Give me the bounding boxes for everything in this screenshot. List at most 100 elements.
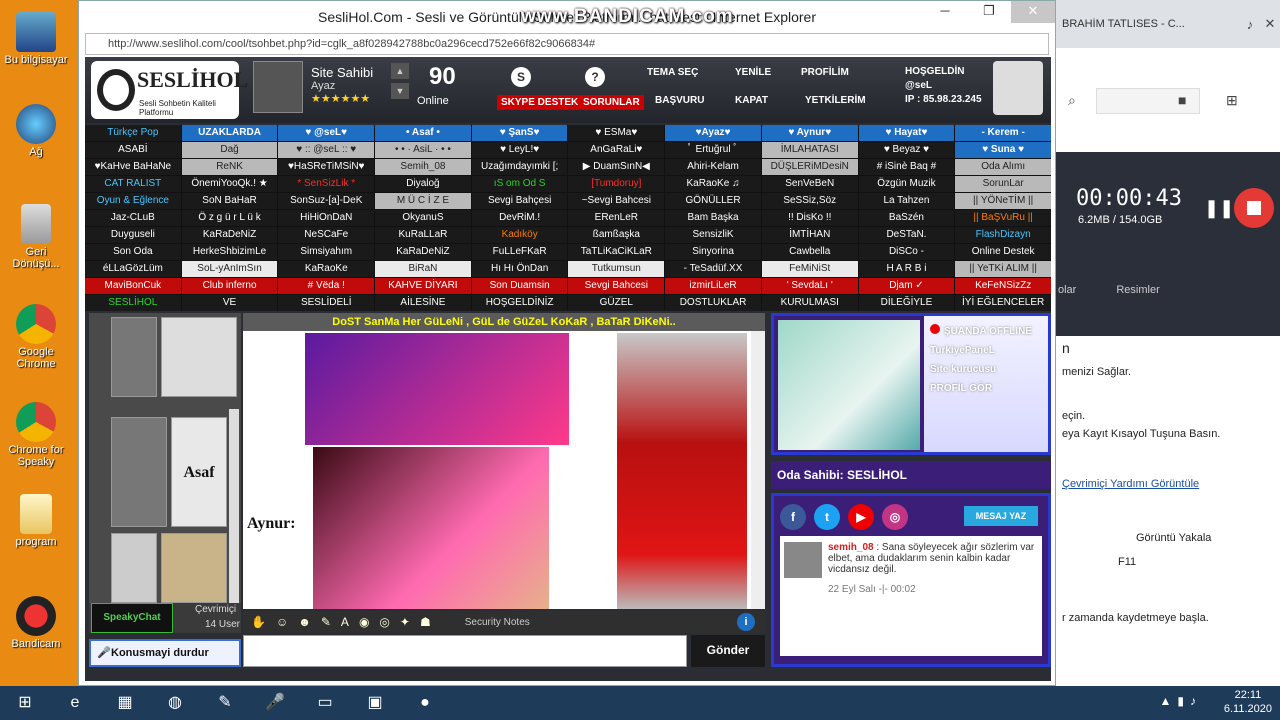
room-button[interactable]: Son Oda [85, 244, 181, 260]
stop-record-button[interactable] [1234, 188, 1274, 228]
facebook-icon[interactable]: f [780, 504, 806, 530]
shared-image[interactable] [617, 333, 747, 609]
room-button[interactable]: OkyanuS [375, 210, 471, 226]
shared-image[interactable] [305, 333, 569, 445]
desktop-icon-chrome[interactable]: Google Chrome [4, 304, 68, 370]
room-button[interactable]: SonSuz-[a]-DeK [278, 193, 375, 209]
room-button[interactable]: ♥ :: @seL :: ♥ [278, 142, 375, 158]
store-taskbar-icon[interactable]: ▦ [100, 687, 150, 719]
shared-image[interactable] [313, 447, 549, 609]
room-button[interactable]: ♥ ESMa♥ [568, 125, 665, 141]
room-button[interactable]: ♥ Aynur♥ [761, 125, 858, 141]
desktop-icon-program[interactable]: program [4, 494, 68, 548]
chat-scrollbar[interactable] [751, 331, 765, 609]
skype-icon[interactable]: S [511, 67, 531, 87]
submenu-item[interactable]: olar [1058, 284, 1076, 304]
profile-button[interactable]: PROFİLİM [801, 67, 849, 78]
apps-grid-icon[interactable]: ⊞ [1226, 92, 1238, 109]
room-button[interactable]: H A R B i [858, 261, 955, 277]
video-icon[interactable]: ■ [1178, 92, 1186, 108]
room-button[interactable]: HOŞGELDİNİZ [471, 295, 568, 311]
room-button[interactable]: KeFeNSizZz [955, 278, 1051, 294]
room-button[interactable]: KaRaDeNiZ [181, 227, 278, 243]
room-button[interactable]: Semih_08 [375, 159, 471, 175]
room-button[interactable]: FlashDizayn [955, 227, 1051, 243]
room-button[interactable]: Ö z g ü r L ü k [181, 210, 278, 226]
apply-button[interactable]: BAŞVURU [655, 95, 704, 106]
room-button[interactable]: Simsiyahım [278, 244, 375, 260]
room-button[interactable]: - TeSadüf.XX [665, 261, 761, 277]
user-photo[interactable]: Asaf [171, 417, 227, 527]
room-button[interactable]: MaviBonCuk [85, 278, 181, 294]
user-photo[interactable] [161, 533, 227, 603]
brush-icon[interactable]: ✎ [321, 615, 331, 629]
room-button[interactable]: SESLİDELİ [278, 295, 375, 311]
room-button[interactable]: NeSCaFe [278, 227, 375, 243]
room-button[interactable]: ♥ Hayat♥ [858, 125, 955, 141]
room-button[interactable]: ♥ Beyaz ♥ [858, 142, 955, 158]
desktop-icon-chrome-speaky[interactable]: Chrome for Speaky [4, 402, 68, 468]
minimize-button[interactable]: ─ [923, 1, 967, 23]
room-button[interactable]: FeMiNiSt [761, 261, 858, 277]
room-button[interactable]: • • · AsiL · • • [375, 142, 471, 158]
online-help-link[interactable]: Çevrimiçi Yardımı Görüntüle [1062, 478, 1199, 490]
clock[interactable]: 22:11 6.11.2020 [1224, 688, 1272, 716]
room-button[interactable]: KAHVE DİYARI [375, 278, 471, 294]
room-button[interactable]: || YeTKi ALIM || [955, 261, 1051, 277]
system-tray[interactable]: ▲▮♪ [1160, 694, 1202, 708]
hotkey-field[interactable]: F11 [1118, 556, 1136, 568]
room-button[interactable]: Dağ [181, 142, 278, 158]
emoji-icon[interactable]: ☻ [298, 615, 311, 629]
user-list-scrollbar[interactable] [229, 409, 239, 605]
skype-support-button[interactable]: SKYPE DESTEK [497, 95, 583, 110]
room-button[interactable]: SorunLar [955, 176, 1051, 192]
view-profile-link[interactable]: PROFİL GÖR [930, 383, 1048, 394]
room-button[interactable]: Djam ✓ [858, 278, 955, 294]
room-button[interactable]: SESLİHOL [85, 295, 181, 311]
bandicam-taskbar-icon[interactable]: ● [400, 687, 450, 719]
room-button[interactable]: ~Sevgi Bahcesi [568, 193, 665, 209]
room-button[interactable]: İYİ EĞLENCELER [955, 295, 1051, 311]
room-button[interactable]: ﾟ Ertuğrul ﾟ [665, 142, 761, 158]
twitter-icon[interactable]: t [814, 504, 840, 530]
desktop-icon-network[interactable]: Ağ [4, 104, 68, 158]
room-button[interactable]: Online Destek [955, 244, 1051, 260]
eye-icon[interactable]: ◎ [379, 615, 389, 629]
write-message-button[interactable]: MESAJ YAZ [964, 506, 1038, 526]
room-button[interactable]: éLLaGözLüm [85, 261, 181, 277]
room-button[interactable]: İMTİHAN [761, 227, 858, 243]
gift-icon[interactable]: ✦ [400, 615, 410, 629]
user-photo[interactable] [161, 317, 237, 397]
room-button[interactable]: # Vëda ! [278, 278, 375, 294]
room-button[interactable]: La Tahzen [858, 193, 955, 209]
room-button[interactable]: SenVeBeN [761, 176, 858, 192]
stop-talking-button[interactable]: 🎤 Konusmayi durdur [89, 639, 241, 667]
youtube-icon[interactable]: ▶ [848, 504, 874, 530]
room-button[interactable]: DevRiM.! [471, 210, 568, 226]
room-button[interactable]: AİLESİNE [375, 295, 471, 311]
camera-icon[interactable]: ◉ [359, 615, 369, 629]
room-button[interactable]: Duyguseli [85, 227, 181, 243]
room-button[interactable]: ASABİ [85, 142, 181, 158]
room-button[interactable]: DİLEĞİYLE [858, 295, 955, 311]
site-logo[interactable]: SESLİHOL Sesli Sohbetin Kaliteli Platfor… [91, 61, 248, 119]
room-button[interactable]: SoL-yAnImSın [181, 261, 278, 277]
chrome-taskbar-icon[interactable]: ◍ [150, 687, 200, 719]
user-icon[interactable]: ☗ [420, 615, 431, 629]
room-button[interactable]: Oyun & Eğlence [85, 193, 181, 209]
room-button[interactable]: Sinyorina [665, 244, 761, 260]
user-photo[interactable] [111, 317, 157, 397]
instagram-icon[interactable]: ◎ [882, 504, 908, 530]
room-button[interactable]: Diyaloğ [375, 176, 471, 192]
room-button[interactable]: DiSCo - [858, 244, 955, 260]
room-button[interactable]: - Kerem - [955, 125, 1051, 141]
room-button[interactable]: Jaz-CLuB [85, 210, 181, 226]
scroll-down-button[interactable]: ▼ [391, 83, 409, 99]
explorer-taskbar-icon[interactable]: ▭ [300, 687, 350, 719]
room-button[interactable]: BaSzén [858, 210, 955, 226]
mic-taskbar-icon[interactable]: 🎤 [250, 687, 300, 719]
user-photo[interactable] [111, 533, 157, 603]
room-button[interactable]: İMLAHATASI [761, 142, 858, 158]
room-button[interactable]: Ahiri-Kelam [665, 159, 761, 175]
smiley-icon[interactable]: ☺ [276, 615, 288, 629]
